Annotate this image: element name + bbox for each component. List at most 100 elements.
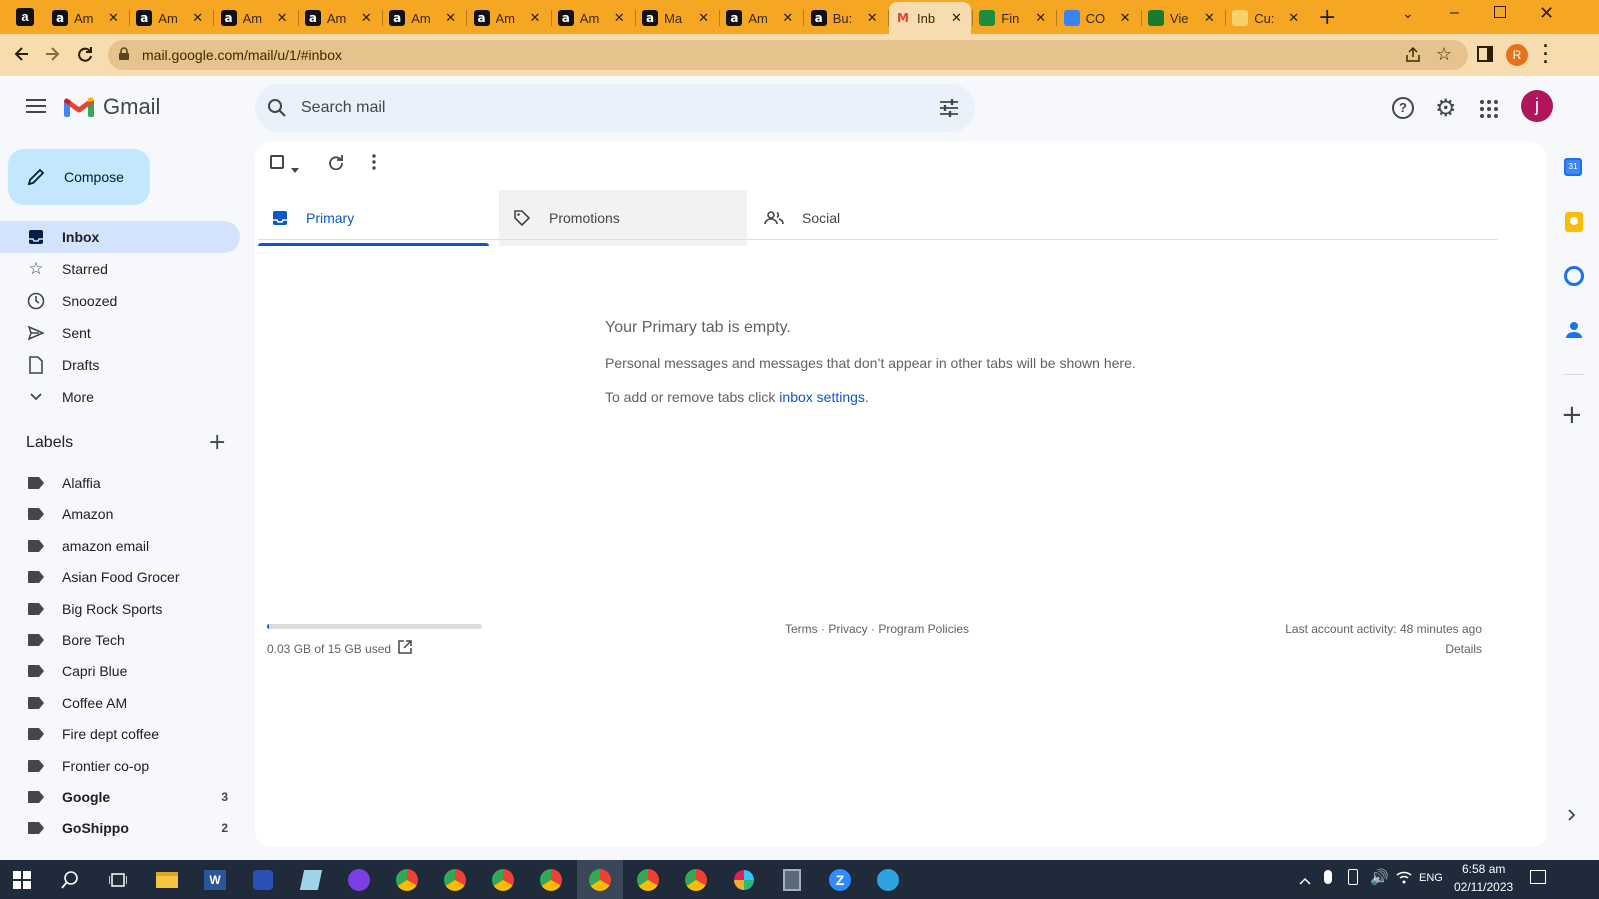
tab-primary[interactable]: Primary [258,190,489,246]
nav-item-snoozed[interactable]: Snoozed [0,285,240,317]
tab-close-icon[interactable]: ✕ [1120,10,1131,26]
address-bar[interactable]: mail.google.com/mail/u/1/#inbox ☆ [108,40,1468,70]
browser-tab[interactable]: Fin ✕ [973,2,1055,34]
app-icon-notepad[interactable] [299,868,323,892]
taskbar-search-icon[interactable] [58,868,82,892]
browser-tab[interactable]: a Am ✕ [383,2,465,34]
hide-side-panel-icon[interactable] [1568,808,1576,826]
label-item[interactable]: Frontier co-op [0,750,240,782]
forward-icon[interactable] [42,44,62,69]
tab-close-icon[interactable]: ✕ [698,10,709,26]
browser-tab[interactable]: CO ✕ [1058,2,1140,34]
browser-tab[interactable]: a Bu: ✕ [805,2,887,34]
tab-close-icon[interactable]: ✕ [1035,10,1046,26]
search-icon[interactable] [267,98,287,118]
battery-icon[interactable] [1348,869,1358,885]
show-hidden-icons[interactable] [1299,872,1311,890]
browser-menu-icon[interactable]: · · · [1543,37,1549,71]
compose-button[interactable]: Compose [8,149,150,205]
close-window-button[interactable]: ✕ [1539,3,1554,24]
label-item[interactable]: Alaffia [0,467,240,499]
select-dropdown-icon[interactable] [291,160,299,178]
inbox-settings-link[interactable]: inbox settings [779,389,865,405]
chrome-icon[interactable] [539,868,563,892]
app-icon-purple-badge[interactable] [347,868,371,892]
browser-tab[interactable]: a Am ✕ [130,2,212,34]
search-bar[interactable]: Search mail [255,84,975,132]
browser-profile-avatar[interactable]: R [1506,44,1528,66]
browser-tab[interactable]: a Am ✕ [299,2,381,34]
nav-item-starred[interactable]: ☆ Starred [0,253,240,285]
tab-close-icon[interactable]: ✕ [614,10,625,26]
chrome-icon[interactable] [684,868,708,892]
chrome-icon[interactable] [395,868,419,892]
label-item[interactable]: Google 3 [0,781,240,813]
more-actions-icon[interactable] [372,154,376,175]
keep-icon[interactable] [1565,212,1583,232]
telegram-icon[interactable] [876,868,900,892]
tab-promotions[interactable]: Promotions [499,190,747,246]
file-explorer-icon[interactable] [155,868,179,892]
label-item[interactable]: Bore Tech [0,624,240,656]
chrome-icon[interactable] [443,868,467,892]
tab-close-icon[interactable]: ✕ [1288,10,1299,26]
footer-links[interactable]: Terms · Privacy · Program Policies [785,622,969,636]
browser-tab[interactable]: a Am ✕ [468,2,550,34]
chrome-icon[interactable] [491,868,515,892]
zoom-icon[interactable]: Z [828,868,852,892]
browser-tab[interactable]: a Am ✕ [46,2,128,34]
google-apps-icon[interactable] [1480,100,1498,123]
side-panel-icon[interactable] [1477,46,1493,62]
nav-item-more[interactable]: More [0,381,240,413]
get-addons-icon[interactable]: + [1561,402,1583,428]
calculator-icon[interactable] [780,868,804,892]
label-item[interactable]: Fire dept coffee [0,718,240,750]
reload-icon[interactable] [75,44,95,69]
share-icon[interactable] [1404,46,1422,67]
clock-date[interactable]: 02/11/2023 [1454,880,1513,894]
clock-time[interactable]: 6:58 am [1462,862,1505,876]
browser-tab[interactable]: a Am ✕ [720,2,802,34]
tab-list-left-icon[interactable]: a [16,8,34,26]
label-item[interactable]: Big Rock Sports [0,593,240,625]
tab-close-icon[interactable]: ✕ [445,10,456,26]
refresh-icon[interactable] [328,154,344,175]
label-item[interactable]: Coffee AM [0,687,240,719]
open-external-icon[interactable] [398,640,412,659]
minimize-button[interactable]: – [1450,4,1459,22]
nav-item-drafts[interactable]: Drafts [0,349,240,381]
label-item[interactable]: Amazon [0,498,240,530]
select-all-checkbox[interactable] [270,155,284,169]
chrome-icon-active[interactable] [577,860,623,899]
notifications-icon[interactable] [1530,870,1546,884]
tab-close-icon[interactable]: ✕ [192,10,203,26]
browser-tab[interactable]: a Ma ✕ [636,2,718,34]
details-link[interactable]: Details [1445,642,1482,656]
language-indicator[interactable]: ENG [1419,872,1443,884]
nav-item-sent[interactable]: Sent [0,317,240,349]
tab-close-icon[interactable]: ✕ [782,10,793,26]
search-options-icon[interactable] [939,98,959,123]
task-view-icon[interactable] [106,868,130,892]
restore-button[interactable] [1494,6,1506,18]
account-avatar[interactable]: j [1521,90,1553,122]
tab-social[interactable]: Social [750,190,998,246]
calendar-icon[interactable]: 31 [1564,158,1582,176]
tasks-icon[interactable] [1564,266,1584,286]
app-icon-blue-shield[interactable] [251,868,275,892]
word-app-icon[interactable]: W [203,868,227,892]
add-label-button[interactable]: + [208,430,226,455]
volume-icon[interactable]: 🔊 [1370,868,1389,886]
tab-close-icon[interactable]: ✕ [108,10,119,26]
slack-icon[interactable] [732,868,756,892]
tab-close-icon[interactable]: ✕ [530,10,541,26]
bookmark-star-icon[interactable]: ☆ [1436,44,1452,65]
tab-close-icon[interactable]: ✕ [277,10,288,26]
tab-close-icon[interactable]: ✕ [867,10,878,26]
browser-tab[interactable]: a Am ✕ [215,2,297,34]
settings-gear-icon[interactable]: ⚙ [1435,94,1457,122]
tab-close-icon[interactable]: ✕ [361,10,372,26]
back-icon[interactable] [12,44,32,69]
tab-close-icon[interactable]: ✕ [951,10,962,26]
nav-item-inbox[interactable]: Inbox [0,221,240,253]
